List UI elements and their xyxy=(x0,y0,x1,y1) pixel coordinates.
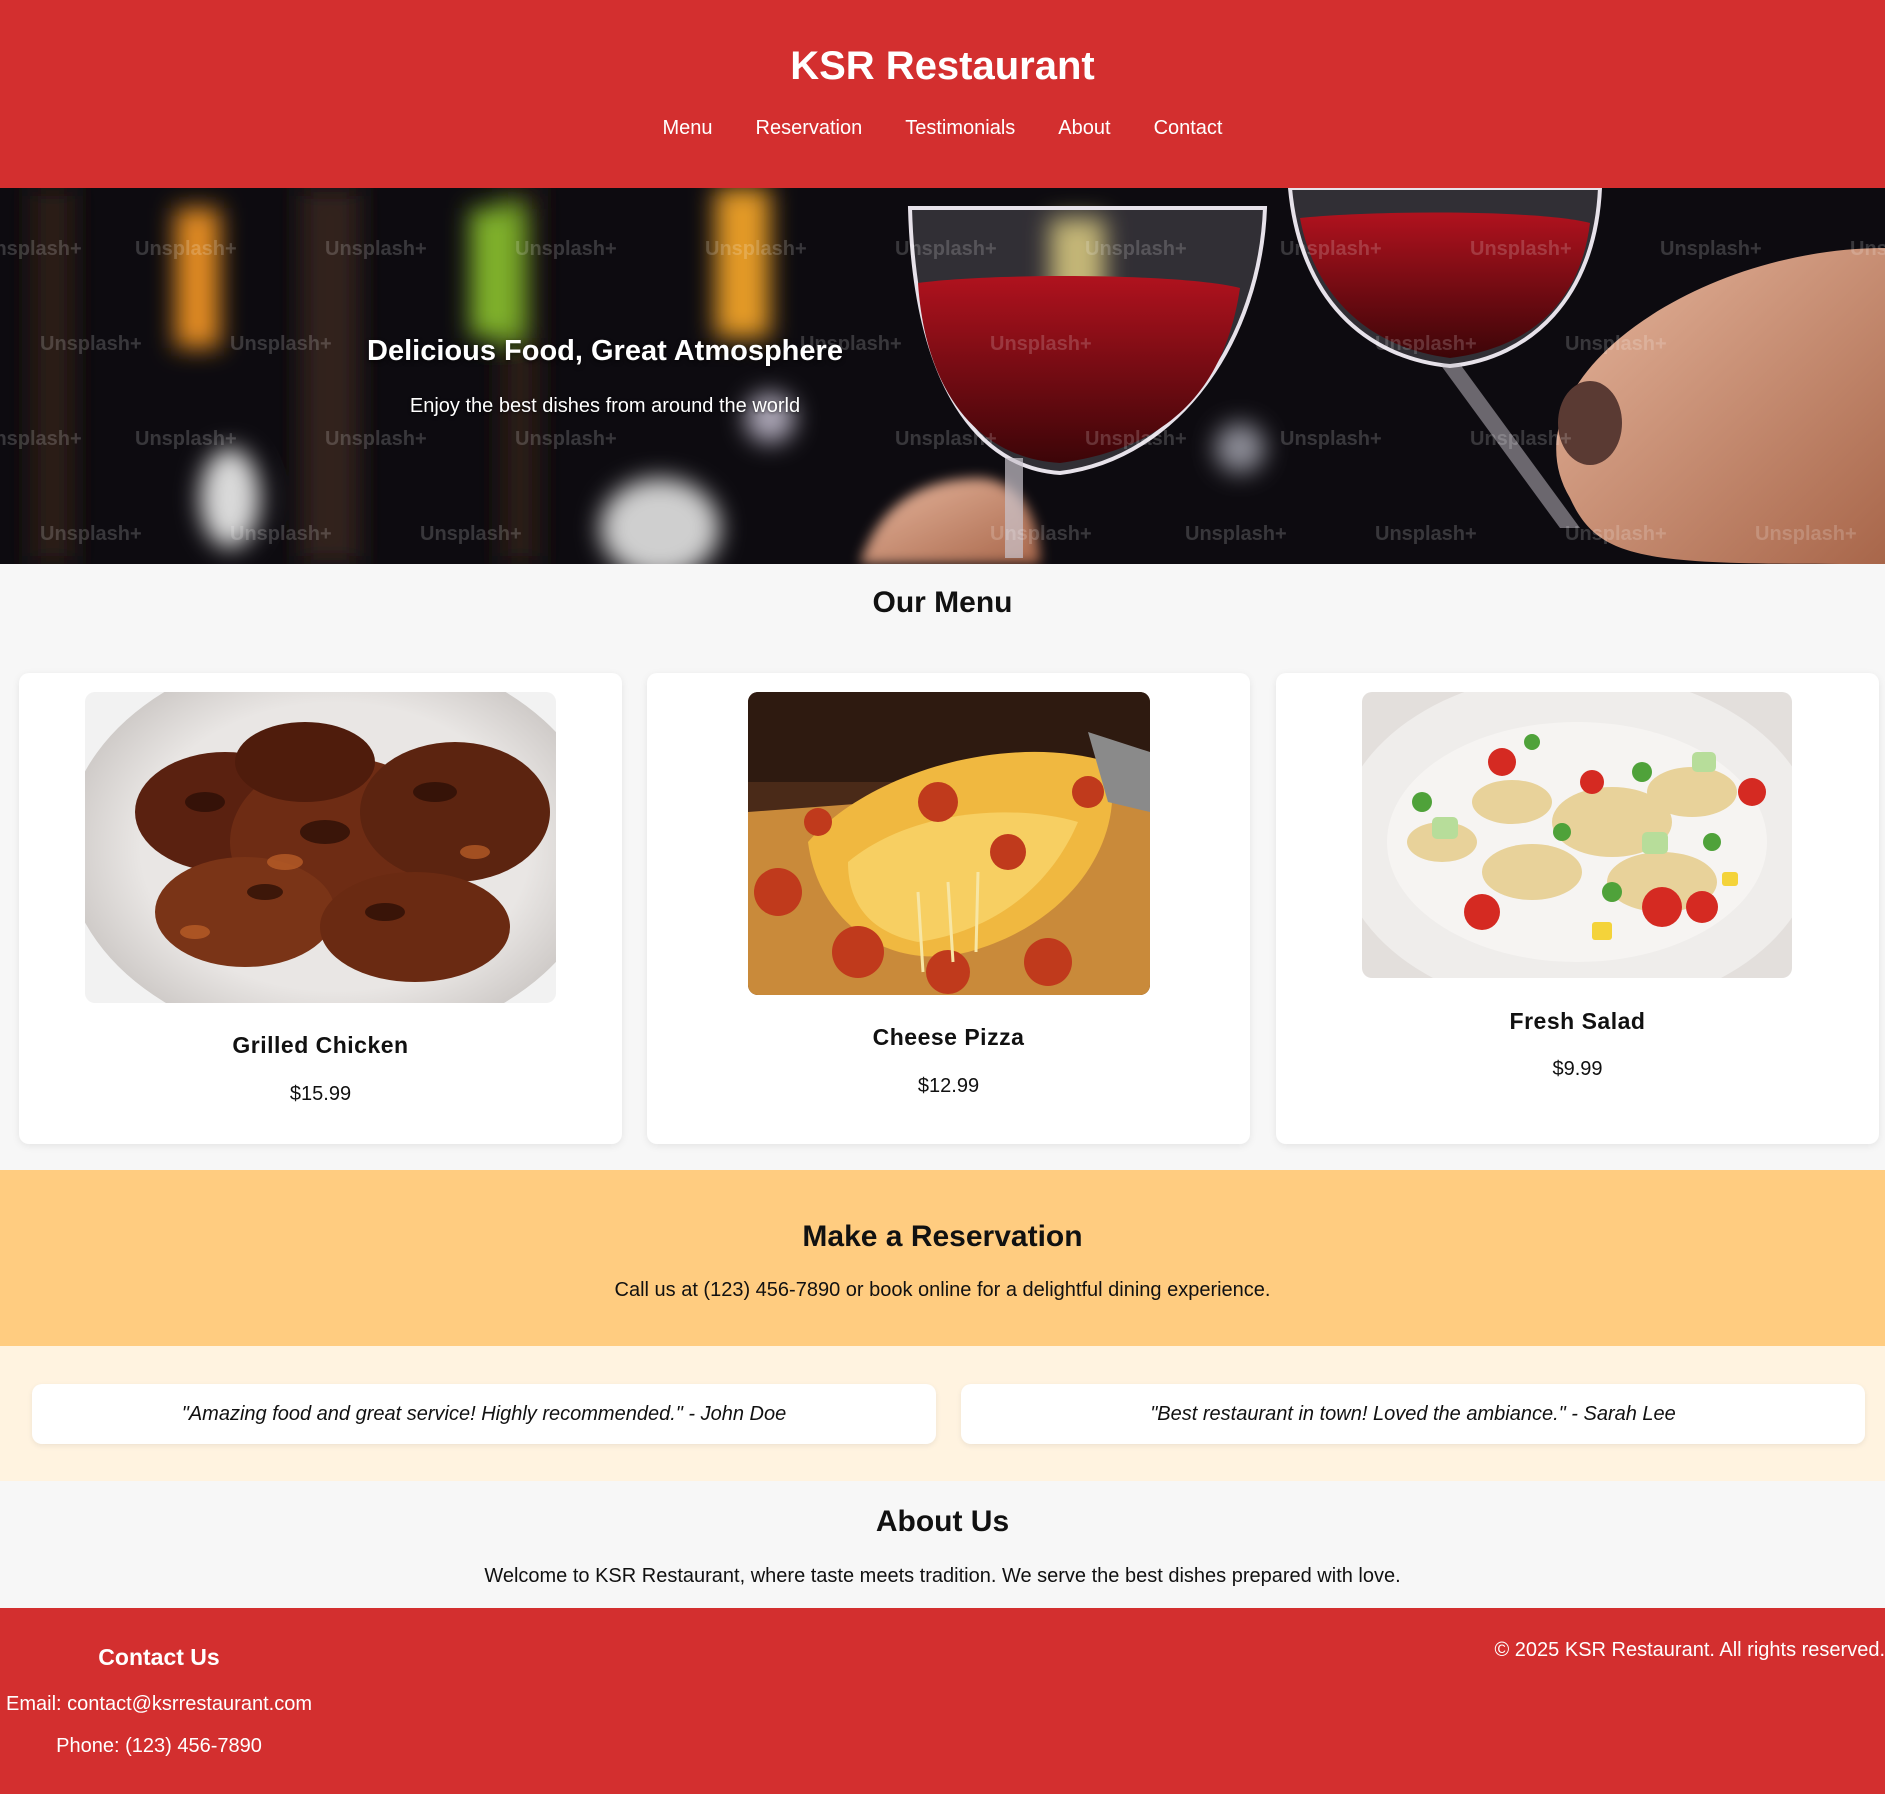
main-nav: Menu Reservation Testimonials About Cont… xyxy=(0,117,1885,140)
watermark-text: Unsplash+ xyxy=(1850,238,1885,260)
reservation-title: Make a Reservation xyxy=(802,1220,1083,1253)
watermark-text: Unsplash+ xyxy=(990,333,1092,355)
watermark-text: Unsplash+ xyxy=(1470,428,1572,450)
watermark-text: Unsplash+ xyxy=(895,238,997,260)
copyright-text: © 2025 KSR Restaurant. All rights reserv… xyxy=(1494,1639,1885,1661)
menu-section-title: Our Menu xyxy=(872,586,1013,619)
hero-subtitle: Enjoy the best dishes from around the wo… xyxy=(409,395,801,417)
dish-name: Cheese Pizza xyxy=(872,1024,1025,1050)
contact-title: Contact Us xyxy=(98,1644,220,1670)
dish-price: $9.99 xyxy=(1552,1058,1603,1080)
watermark-text: Unsplash+ xyxy=(40,333,142,355)
watermark-text: Unsplash+ xyxy=(1470,238,1572,260)
menu-card-cheese-pizza[interactable]: Cheese Pizza $12.99 xyxy=(647,673,1250,1144)
watermark-text: Unsplash+ xyxy=(0,238,82,260)
watermark-text: Unsplash+ xyxy=(0,428,82,450)
hero-title: Delicious Food, Great Atmosphere xyxy=(367,335,843,367)
hero-banner: Unsplash+ Unsplash+ Unsplash+ Unsplash+ … xyxy=(0,188,1885,564)
watermark-text: Unsplash+ xyxy=(230,333,332,355)
fresh-salad-image xyxy=(1362,692,1792,978)
watermark-text: Unsplash+ xyxy=(1375,333,1477,355)
hero-wine-photo: Unsplash+ Unsplash+ Unsplash+ Unsplash+ … xyxy=(0,188,1885,564)
watermark-text: Unsplash+ xyxy=(325,238,427,260)
testimonial-card: "Best restaurant in town! Loved the ambi… xyxy=(961,1384,1865,1444)
site-footer: Contact Us Email: contact@ksrrestaurant.… xyxy=(0,1608,1885,1794)
reservation-text: Call us at (123) 456-7890 or book online… xyxy=(614,1279,1271,1301)
dish-price: $12.99 xyxy=(917,1075,980,1097)
about-text: Welcome to KSR Restaurant, where taste m… xyxy=(484,1565,1401,1587)
watermark-text: Unsplash+ xyxy=(705,238,807,260)
watermark-text: Unsplash+ xyxy=(1185,523,1287,545)
site-title: KSR Restaurant xyxy=(790,44,1095,88)
watermark-text: Unsplash+ xyxy=(1280,428,1382,450)
watermark-text: Unsplash+ xyxy=(420,523,522,545)
watermark-text: Unsplash+ xyxy=(40,523,142,545)
watermark-text: Unsplash+ xyxy=(1565,333,1667,355)
testimonials-section: "Amazing food and great service! Highly … xyxy=(0,1346,1885,1481)
nav-contact[interactable]: Contact xyxy=(1154,117,1223,140)
watermark-text: Unsplash+ xyxy=(1085,428,1187,450)
dish-price: $15.99 xyxy=(289,1083,352,1105)
watermark-text: Unsplash+ xyxy=(515,238,617,260)
watermark-text: Unsplash+ xyxy=(230,523,332,545)
about-title: About Us xyxy=(875,1505,1010,1538)
watermark-text: Unsplash+ xyxy=(135,428,237,450)
watermark-text: Unsplash+ xyxy=(1085,238,1187,260)
watermark-text: Unsplash+ xyxy=(990,523,1092,545)
cheese-pizza-image xyxy=(748,692,1150,995)
site-header: KSR Restaurant Menu Reservation Testimon… xyxy=(0,0,1885,188)
menu-card-fresh-salad[interactable]: Fresh Salad $9.99 xyxy=(1276,673,1879,1144)
watermark-text: Unsplash+ xyxy=(1280,238,1382,260)
contact-email[interactable]: Email: contact@ksrrestaurant.com xyxy=(0,1693,318,1716)
watermark-text: Unsplash+ xyxy=(515,428,617,450)
nav-about[interactable]: About xyxy=(1058,117,1110,140)
reservation-section: Make a Reservation Call us at (123) 456-… xyxy=(0,1170,1885,1346)
grilled-chicken-image xyxy=(85,692,556,1003)
nav-menu[interactable]: Menu xyxy=(663,117,713,140)
dish-name: Fresh Salad xyxy=(1509,1008,1646,1034)
contact-phone[interactable]: Phone: (123) 456-7890 xyxy=(0,1735,318,1758)
watermark-text: Unsplash+ xyxy=(325,428,427,450)
watermark-text: Unsplash+ xyxy=(895,428,997,450)
nav-reservation[interactable]: Reservation xyxy=(756,117,863,140)
watermark-text: Unsplash+ xyxy=(135,238,237,260)
dish-name: Grilled Chicken xyxy=(232,1032,409,1058)
watermark-text: Unsplash+ xyxy=(1565,523,1667,545)
nav-testimonials[interactable]: Testimonials xyxy=(905,117,1015,140)
menu-card-grilled-chicken[interactable]: Grilled Chicken $15.99 xyxy=(19,673,622,1144)
watermark-text: Unsplash+ xyxy=(1375,523,1477,545)
watermark-text: Unsplash+ xyxy=(1755,523,1857,545)
testimonial-card: "Amazing food and great service! Highly … xyxy=(32,1384,936,1444)
watermark-text: Unsplash+ xyxy=(1660,238,1762,260)
